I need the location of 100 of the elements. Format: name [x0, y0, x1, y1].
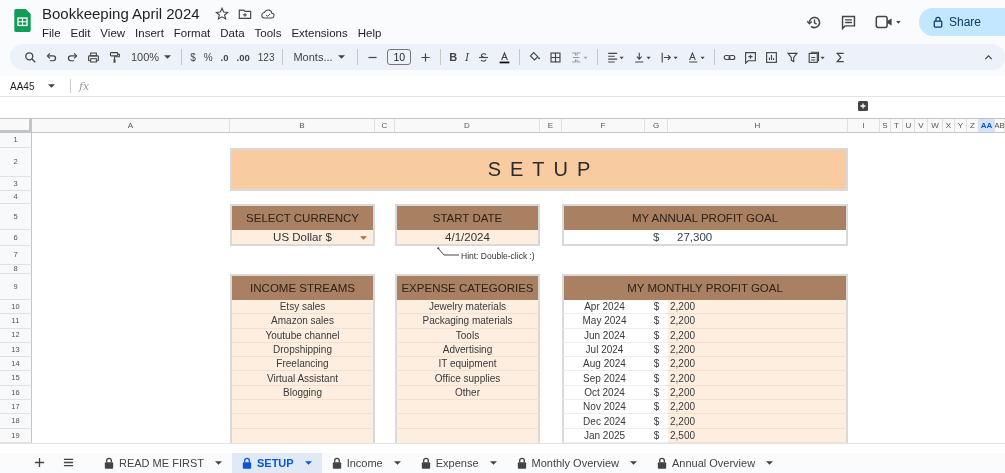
- column-header[interactable]: Z: [967, 119, 979, 133]
- column-header[interactable]: AA: [979, 119, 995, 133]
- sheet-tab[interactable]: Income: [321, 452, 411, 473]
- vertical-align-icon[interactable]: [633, 50, 653, 64]
- cloud-icon[interactable]: [260, 6, 275, 21]
- document-title[interactable]: Bookkeeping April 2024: [42, 5, 200, 22]
- currency-dropdown[interactable]: US Dollar $: [230, 230, 375, 246]
- menu-item[interactable]: Insert: [130, 27, 169, 39]
- monthly-goal-cell[interactable]: 2,200: [668, 400, 848, 415]
- monthly-goal-cell[interactable]: 2,200: [668, 357, 848, 372]
- print-icon[interactable]: [87, 50, 100, 64]
- sheet-tab[interactable]: Annual Overview: [646, 452, 784, 473]
- column-header[interactable]: Y: [955, 119, 967, 133]
- column-header[interactable]: B: [230, 119, 375, 133]
- menu-item[interactable]: Extensions: [286, 27, 353, 39]
- video-camera-icon[interactable]: [874, 13, 902, 31]
- column-header[interactable]: T: [891, 119, 903, 133]
- filter-views-icon[interactable]: [807, 50, 827, 64]
- column-header[interactable]: I: [848, 119, 880, 133]
- undo-icon[interactable]: [45, 50, 58, 64]
- text-wrap-icon[interactable]: [660, 50, 680, 64]
- expense-category-cell[interactable]: IT equipment: [395, 357, 540, 372]
- add-sheet-icon[interactable]: [34, 457, 45, 469]
- italic-button[interactable]: I: [465, 50, 470, 64]
- expense-category-cell[interactable]: [395, 414, 540, 429]
- column-header[interactable]: U: [903, 119, 915, 133]
- income-stream-cell[interactable]: Freelancing: [230, 357, 375, 372]
- column-header[interactable]: A: [32, 119, 230, 133]
- font-size-field[interactable]: 10: [387, 49, 412, 65]
- align-icon[interactable]: [606, 50, 626, 64]
- filter-icon[interactable]: [786, 50, 800, 64]
- monthly-goal-cell[interactable]: 2,200: [668, 300, 848, 315]
- paint-format-icon[interactable]: [108, 50, 121, 64]
- sheet-tab[interactable]: READ ME FIRST: [94, 452, 232, 473]
- search-icon[interactable]: [24, 50, 37, 64]
- column-header[interactable]: G: [645, 119, 668, 133]
- merge-cells-icon[interactable]: [570, 50, 590, 64]
- column-header[interactable]: E: [540, 119, 562, 133]
- sheets-logo-icon[interactable]: [14, 9, 31, 32]
- annual-goal-cell[interactable]: $ 27,300: [562, 230, 848, 246]
- menu-item[interactable]: File: [42, 27, 66, 39]
- comment-icon[interactable]: [840, 13, 857, 31]
- horizontal-scrollbar[interactable]: [0, 442, 1005, 453]
- chart-icon[interactable]: [765, 50, 779, 64]
- month-cell: Aug 2024: [562, 357, 645, 372]
- column-header[interactable]: C: [375, 119, 395, 133]
- currency-symbol-cell: $: [645, 357, 668, 372]
- borders-icon[interactable]: [549, 50, 563, 64]
- menu-item[interactable]: Format: [168, 27, 216, 39]
- strikethrough-icon[interactable]: [477, 50, 491, 64]
- expense-category-cell[interactable]: Office supplies: [395, 371, 540, 386]
- menu-icon[interactable]: [63, 457, 74, 469]
- text-color-icon[interactable]: [498, 50, 512, 64]
- monthly-goal-cell[interactable]: 2,200: [668, 314, 848, 329]
- monthly-goal-cell[interactable]: 2,200: [668, 371, 848, 386]
- sheet-tab[interactable]: Expense: [410, 452, 507, 473]
- expense-category-cell[interactable]: [395, 400, 540, 415]
- decrease-decimal-button[interactable]: .0: [220, 51, 229, 63]
- percent-format-button[interactable]: %: [203, 51, 213, 63]
- column-header[interactable]: F: [562, 119, 645, 133]
- add-comment-icon[interactable]: [744, 50, 758, 64]
- plus-icon[interactable]: [419, 50, 433, 64]
- text-rotation-icon[interactable]: [687, 50, 707, 64]
- column-header[interactable]: W: [928, 119, 943, 133]
- redo-icon[interactable]: [66, 50, 79, 64]
- column-header[interactable]: X: [943, 119, 955, 133]
- number-format-button[interactable]: 123: [257, 51, 275, 63]
- fill-color-icon[interactable]: [528, 50, 542, 64]
- menu-item[interactable]: Edit: [65, 27, 96, 39]
- column-header[interactable]: H: [668, 119, 848, 133]
- font-dropdown[interactable]: Monts...: [291, 51, 350, 63]
- income-stream-cell[interactable]: Virtual Assistant: [230, 371, 375, 386]
- zoom-dropdown[interactable]: 100%: [129, 51, 174, 63]
- expense-category-cell[interactable]: Packaging materials: [395, 314, 540, 329]
- income-stream-cell[interactable]: Etsy sales: [230, 300, 375, 315]
- monthly-goal-cell[interactable]: 2,200: [668, 414, 848, 429]
- menu-item[interactable]: Tools: [249, 27, 287, 39]
- increase-decimal-button[interactable]: .00: [236, 51, 250, 63]
- expense-category-cell[interactable]: Jewelry materials: [395, 300, 540, 315]
- menu-item[interactable]: Data: [215, 27, 250, 39]
- income-stream-cell[interactable]: [230, 414, 375, 429]
- column-header[interactable]: V: [915, 119, 928, 133]
- column-header[interactable]: S: [880, 119, 891, 133]
- sheet-tab[interactable]: Monthly Overview: [506, 452, 647, 473]
- star-icon[interactable]: [214, 6, 229, 21]
- column-header[interactable]: AB: [995, 119, 1005, 133]
- column-header[interactable]: D: [395, 119, 540, 133]
- share-button[interactable]: Share: [919, 8, 1005, 36]
- income-stream-cell[interactable]: [230, 400, 375, 415]
- lock-icon: [241, 457, 252, 469]
- name-box[interactable]: AA45: [0, 80, 62, 92]
- menu-item[interactable]: Help: [352, 27, 387, 39]
- currency-format-button[interactable]: $: [190, 51, 196, 63]
- add-icon[interactable]: [858, 101, 868, 111]
- menu-item[interactable]: View: [95, 27, 131, 39]
- sheet-tab[interactable]: SETUP: [231, 452, 322, 473]
- income-stream-cell[interactable]: Amazon sales: [230, 314, 375, 329]
- folder-icon[interactable]: [237, 6, 252, 21]
- start-date-cell[interactable]: 4/1/2024: [395, 230, 540, 246]
- bold-button[interactable]: B: [449, 51, 458, 63]
